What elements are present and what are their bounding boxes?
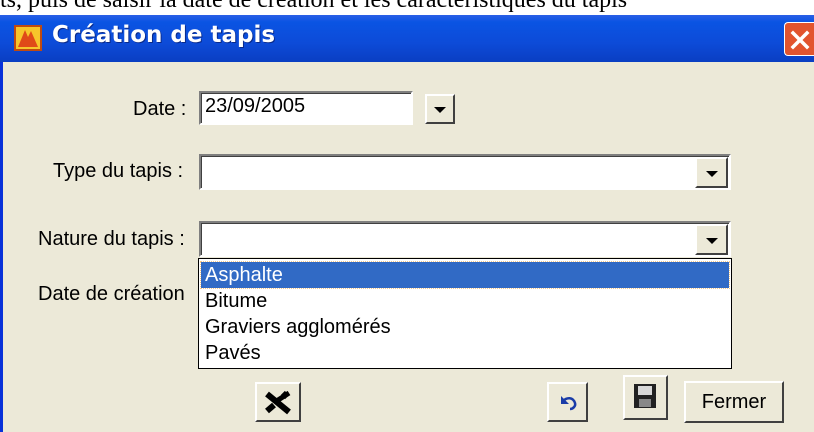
date-label: Date : xyxy=(133,98,187,120)
nature-dropdown-button[interactable] xyxy=(695,224,728,255)
chevron-down-icon xyxy=(434,107,446,113)
save-icon xyxy=(634,384,656,408)
save-button[interactable] xyxy=(623,375,668,420)
type-dropdown-button[interactable] xyxy=(695,157,728,188)
window-close-button[interactable] xyxy=(784,22,814,56)
chevron-down-icon xyxy=(705,170,718,177)
window-title: Création de tapis xyxy=(52,22,276,48)
list-item[interactable]: Bitume xyxy=(201,288,729,314)
delete-icon xyxy=(265,390,291,415)
type-label: Type du tapis : xyxy=(53,160,184,182)
list-item[interactable]: Asphalte xyxy=(200,261,730,289)
delete-button[interactable] xyxy=(255,382,301,422)
close-button[interactable]: Fermer xyxy=(684,381,784,423)
close-icon xyxy=(790,30,810,50)
nature-select[interactable] xyxy=(199,221,731,257)
undo-button[interactable] xyxy=(547,382,588,422)
undo-icon xyxy=(561,396,577,411)
type-select[interactable] xyxy=(199,154,731,190)
nature-label: Nature du tapis : xyxy=(38,228,185,250)
nature-dropdown-list[interactable]: Asphalte Bitume Graviers agglomérés Pavé… xyxy=(198,258,732,369)
list-item[interactable]: Pavés xyxy=(201,340,729,366)
creation-date-label: Date de création xyxy=(38,283,185,305)
date-field[interactable]: 23/09/2005 xyxy=(199,91,413,125)
document-caption: ts, puis de saisir la date de création e… xyxy=(0,0,628,13)
list-item[interactable]: Graviers agglomérés xyxy=(201,314,729,340)
date-picker-button[interactable] xyxy=(425,94,455,124)
app-icon xyxy=(14,25,42,51)
chevron-down-icon xyxy=(705,237,718,244)
